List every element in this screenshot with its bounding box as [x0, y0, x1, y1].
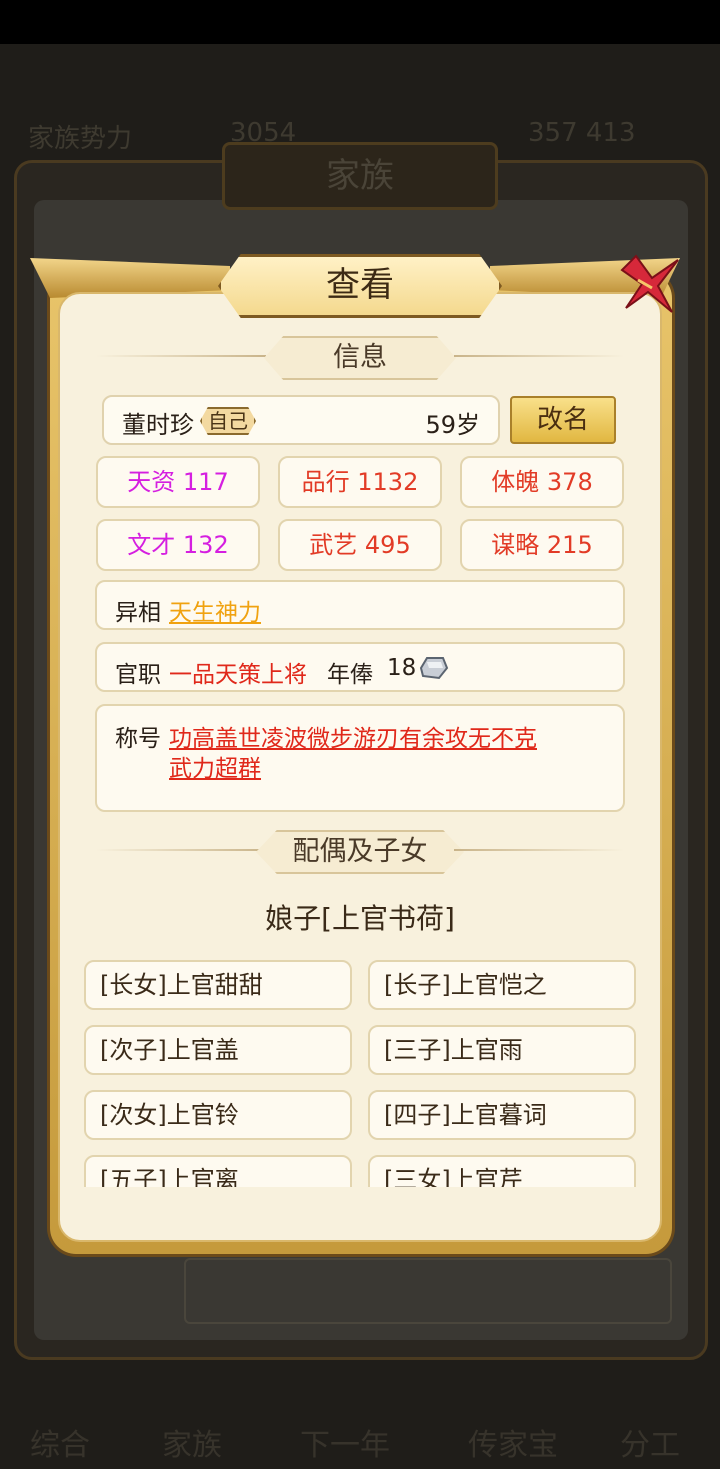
titles-line-2[interactable]: 武力超群 — [169, 749, 261, 783]
background-panel-title: 家族 — [222, 142, 498, 210]
trait-label: 异相 — [115, 600, 161, 626]
child-item[interactable]: [长子]上官恺之 — [368, 960, 636, 1010]
stat-strategy: 谋略 215 — [460, 519, 624, 571]
stat-literary: 文才 132 — [96, 519, 260, 571]
dialog-scroll-area[interactable]: 信息 董时珍 自己 59岁 改名 天资 117 品行 1132 体魄 378 文… — [60, 294, 660, 1187]
child-item[interactable]: [五子]上官离 — [84, 1155, 352, 1187]
stat-talent: 天资 117 — [96, 456, 260, 508]
child-item[interactable]: [次子]上官盖 — [84, 1025, 352, 1075]
nav-item-family: 家族 — [162, 1428, 222, 1463]
titles-line-1[interactable]: 功高盖世凌波微步游刃有余攻无不克 — [169, 719, 537, 753]
child-item[interactable]: [长女]上官甜甜 — [84, 960, 352, 1010]
character-name: 董时珍 — [122, 411, 194, 439]
status-bar — [0, 0, 720, 44]
nav-item-heirloom: 传家宝 — [468, 1428, 558, 1463]
family-section-title: 配偶及子女 — [292, 836, 428, 867]
titles-row: 称号 功高盖世凌波微步游刃有余攻无不克 武力超群 — [95, 704, 625, 812]
office-value: 一品天策上将 — [169, 662, 307, 688]
child-item[interactable]: [次女]上官铃 — [84, 1090, 352, 1140]
background-resources: 357 413 — [528, 118, 636, 148]
office-label: 官职 — [115, 662, 161, 688]
nav-item-overview: 综合 — [30, 1428, 90, 1463]
silver-ingot-icon — [419, 657, 449, 680]
office-row: 官职 一品天策上将 年俸 18 — [95, 642, 625, 692]
nav-item-assignment: 分工 — [620, 1428, 680, 1463]
salary-value: 18 — [387, 655, 417, 681]
salary-label: 年俸 — [327, 662, 373, 688]
titles-label: 称号 — [115, 726, 161, 752]
stat-morality: 品行 1132 — [278, 456, 442, 508]
trait-row: 异相 天生神力 — [95, 580, 625, 630]
background-family-power: 家族势力 — [28, 124, 133, 154]
info-section-header: 信息 — [96, 336, 624, 380]
trait-link[interactable]: 天生神力 — [169, 593, 261, 627]
child-item[interactable]: [四子]上官暮词 — [368, 1090, 636, 1140]
spouse-entry[interactable]: 娘子[上官书荷] — [258, 897, 462, 941]
nav-item-next-year: 下一年 — [300, 1428, 390, 1463]
background-panel-box — [184, 1258, 672, 1324]
stat-martial: 武艺 495 — [278, 519, 442, 571]
family-section-header: 配偶及子女 — [96, 830, 624, 874]
child-item[interactable]: [三子]上官雨 — [368, 1025, 636, 1075]
self-badge: 自己 — [200, 407, 256, 435]
stat-physique: 体魄 378 — [460, 456, 624, 508]
background-bottom-nav: 综合 家族 下一年 传家宝 分工 — [0, 1380, 720, 1469]
info-section-title: 信息 — [333, 342, 387, 373]
name-field: 董时珍 自己 59岁 — [102, 395, 500, 445]
character-age: 59岁 — [425, 411, 480, 439]
rename-button[interactable]: 改名 — [510, 396, 616, 444]
child-item[interactable]: [三女]上官芹 — [368, 1155, 636, 1187]
